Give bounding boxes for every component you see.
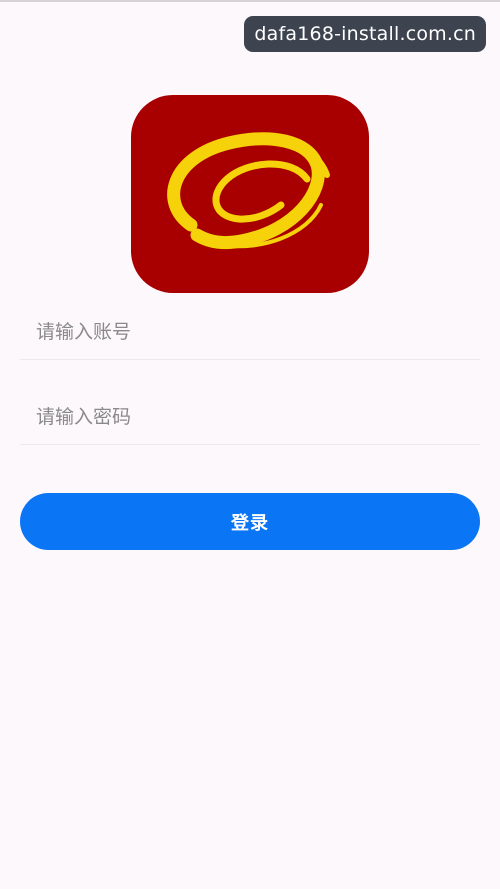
password-underline [20, 444, 480, 445]
app-logo [131, 95, 369, 293]
login-screen: dafa168-install.com.cn 登录 [0, 0, 500, 889]
account-input[interactable] [20, 304, 480, 360]
password-field [20, 389, 480, 445]
status-bar-divider [0, 0, 500, 2]
account-field [20, 304, 480, 360]
login-button[interactable]: 登录 [20, 493, 480, 550]
dafa-ring-logo-icon [167, 132, 330, 250]
password-input[interactable] [20, 389, 480, 445]
watermark-badge: dafa168-install.com.cn [244, 16, 486, 52]
account-underline [20, 359, 480, 360]
